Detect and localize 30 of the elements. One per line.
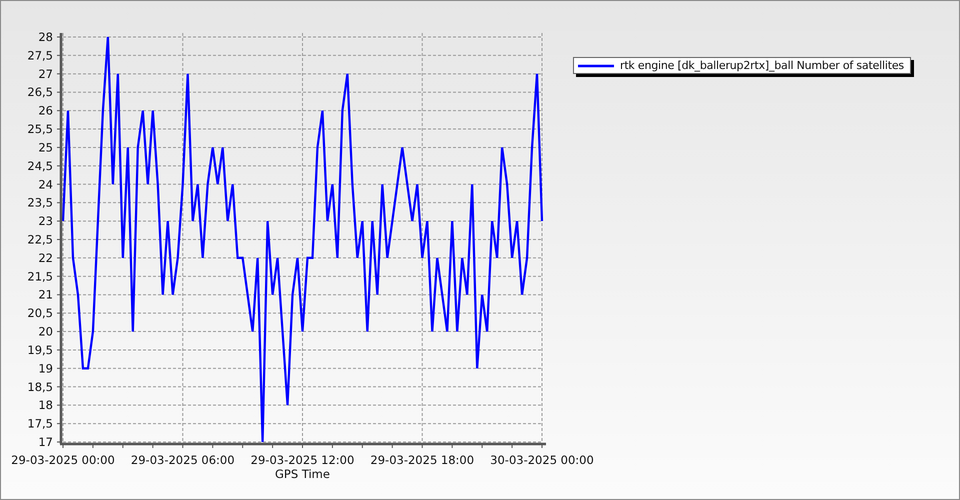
axis-label: 24,5 xyxy=(27,158,53,173)
axis-label: 27 xyxy=(38,66,53,81)
axis-label: 22,5 xyxy=(27,232,53,246)
axis-label: 26,5 xyxy=(27,85,53,100)
axis-label: 20,5 xyxy=(27,306,53,320)
axis-label: 17 xyxy=(38,435,53,449)
axis-label: 29-03-2025 12:00 xyxy=(250,453,354,467)
axis-label: 19 xyxy=(38,361,53,376)
axis-label: 25,5 xyxy=(27,122,53,136)
axis-label: 18,5 xyxy=(27,380,53,394)
axis-label: 19,5 xyxy=(27,342,53,357)
axis-label: 22 xyxy=(38,250,53,265)
axis-label: 18 xyxy=(38,398,53,412)
axis-label: 28 xyxy=(38,30,53,44)
axis-label: 27,5 xyxy=(27,48,53,62)
axis-label: 24 xyxy=(38,177,53,192)
axis-title: GPS Time xyxy=(275,467,330,481)
legend-label: rtk engine [dk_ballerup2rtx]_ball Number of satellites xyxy=(620,59,904,72)
axis-label: 17,5 xyxy=(27,416,53,431)
axis-label: 29-03-2025 00:00 xyxy=(11,453,115,467)
axis-label: 21 xyxy=(38,288,53,302)
axis-label: 25 xyxy=(38,140,53,154)
axis-label: 26 xyxy=(38,104,53,118)
axis-label: 29-03-2025 18:00 xyxy=(370,453,474,467)
axis-label: 23,5 xyxy=(27,196,53,210)
axis-label: 23 xyxy=(38,214,53,228)
axis-label: 20 xyxy=(38,324,53,339)
axis-label: 29-03-2025 06:00 xyxy=(130,453,235,467)
axis-label: 30-03-2025 00:00 xyxy=(490,453,594,467)
axis-label: 21,5 xyxy=(27,269,53,284)
